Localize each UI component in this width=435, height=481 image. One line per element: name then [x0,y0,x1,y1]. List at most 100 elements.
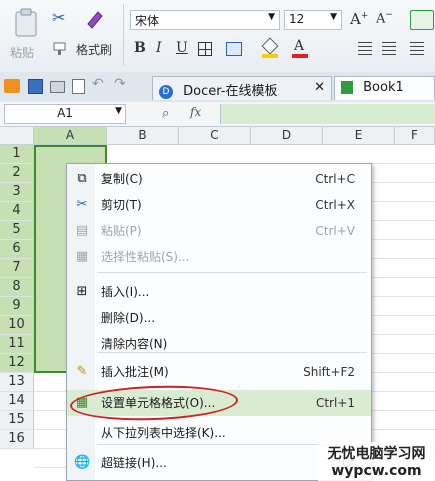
context-menu: ⧉ 复制(C) Ctrl+C ✂ 剪切(T) Ctrl+X ▤ 粘贴(P) Ctrl+V ▦ 选择性… [66,163,372,481]
menu-item-0[interactable]: ⧉ 复制(C) Ctrl+C [67,166,371,192]
menu-item-label: 插入批注(M) [101,365,169,379]
tab-docer-label: Docer-在线模板 [183,84,278,99]
menu-item-1[interactable]: ✂ 剪切(T) Ctrl+X [67,192,371,218]
column-header-f[interactable]: F [395,127,435,145]
menu-item-shortcut: Ctrl+1 [315,396,355,410]
align-left-icon[interactable] [358,42,372,56]
save-icon[interactable] [28,79,43,94]
row-header-10[interactable]: 10 [0,316,34,335]
row-header-11[interactable]: 11 [0,335,34,354]
fill-color-icon[interactable] [261,37,279,58]
app-menu-icon[interactable] [4,79,20,93]
paste-label: 粘贴 [10,46,35,60]
tab-book1[interactable]: Book1 [334,76,435,100]
menu-item-shortcut: Ctrl+X [315,198,355,212]
chevron-down-icon: ▼ [115,106,122,116]
menu-item-label: 插入(I)... [101,285,150,299]
menu-item-shortcut: Ctrl+C [315,172,355,186]
row-header-12[interactable]: 12 [0,354,34,373]
menu-item-6[interactable]: 清除内容(N) [67,331,371,357]
paste-button[interactable]: 粘贴 [8,6,48,66]
row-header-15[interactable]: 15 [0,411,34,430]
corner-select-all[interactable] [0,127,34,145]
tab-docer[interactable]: D Docer-在线模板 ✕ [152,76,332,100]
hyperlink-icon: 🌐 [74,455,91,470]
row-header-1[interactable]: 1 [0,145,34,164]
row-header-16[interactable]: 16 [0,430,34,449]
quick-access-toolbar: ↶ ↷ [4,76,144,96]
cell-style-icon[interactable] [226,42,242,56]
row-header-13[interactable]: 13 [0,373,34,392]
align-center-icon[interactable] [382,42,396,56]
scissors-icon: ✂ [52,8,66,27]
menu-item-label: 剪切(T) [101,198,142,212]
font-color-button[interactable]: A [292,38,308,58]
font-size-select[interactable]: 12 ▼ [284,10,342,30]
chevron-down-icon: ▼ [268,12,275,22]
column-header-a[interactable]: A [34,127,107,145]
column-header-c[interactable]: C [179,127,251,145]
cut-button[interactable]: ✂ [52,8,72,28]
menu-item-label: 选择性粘贴(S)... [101,250,190,264]
row-header-3[interactable]: 3 [0,183,34,202]
menu-separator [97,272,367,273]
row-header-4[interactable]: 4 [0,202,34,221]
font-name-select[interactable]: 宋体 ▼ [130,10,280,30]
print-icon[interactable] [50,81,65,93]
undo-icon[interactable]: ↶ [92,76,104,92]
formula-bar: A1 ▼ ⌕ fx [0,102,435,127]
menu-item-3: ▦ 选择性粘贴(S)... [67,244,371,270]
insert-icon: ⊞ [76,284,88,299]
name-box-value: A1 [57,106,73,120]
menu-item-label: 粘贴(P) [101,224,142,238]
italic-button[interactable]: I [156,40,162,56]
row-header-2[interactable]: 2 [0,164,34,183]
shrink-font-button[interactable]: A− [376,10,393,26]
brush-icon [53,42,66,55]
border-icon[interactable] [198,42,212,56]
font-name-value: 宋体 [135,14,160,28]
column-header-d[interactable]: D [251,127,323,145]
watermark: 无忧电脑学习网 wypcw.com [318,442,435,481]
fx-button[interactable]: fx [190,105,201,119]
document-tab-bar: ↶ ↷ D Docer-在线模板 ✕ Book1 [0,72,435,103]
column-header-b[interactable]: B [107,127,179,145]
ribbon-toolbar: 粘贴 ✂ 格式刷 宋体 ▼ 12 ▼ A+ A− B I U A [0,0,435,73]
chevron-down-icon: ▼ [330,12,337,22]
row-header-8[interactable]: 8 [0,278,34,297]
print-preview-icon[interactable] [72,79,85,94]
menu-item-4[interactable]: ⊞ 插入(I)... [67,279,371,305]
menu-item-label: 超链接(H)... [101,456,167,470]
comment-icon: ✎ [76,364,88,379]
menu-item-5[interactable]: 删除(D)... [67,305,371,331]
formula-input[interactable] [220,104,435,124]
menu-item-label: 删除(D)... [101,311,156,325]
row-header-9[interactable]: 9 [0,297,34,316]
row-header-14[interactable]: 14 [0,392,34,411]
menu-item-label: 清除内容(N) [101,337,168,351]
row-header-7[interactable]: 7 [0,259,34,278]
column-header-e[interactable]: E [323,127,395,145]
paint-icon [84,6,108,30]
docer-icon: D [159,84,173,99]
close-icon[interactable]: ✕ [314,80,325,95]
grow-font-button[interactable]: A+ [350,10,368,28]
menu-item-label: 复制(C) [101,172,143,186]
menu-item-shortcut: Ctrl+V [315,224,355,238]
menu-item-label: 从下拉列表中选择(K)... [101,426,226,440]
row-header-5[interactable]: 5 [0,221,34,240]
bold-button[interactable]: B [134,40,146,56]
redo-icon[interactable]: ↷ [114,76,126,92]
watermark-line2: wypcw.com [331,463,422,479]
row-header-6[interactable]: 6 [0,240,34,259]
wrap-text-icon[interactable] [410,10,434,30]
format-painter-label: 格式刷 [76,43,113,57]
underline-button[interactable]: U [176,40,188,56]
align-right-icon[interactable] [410,42,424,56]
separator [123,4,124,66]
font-color-glyph: A [294,38,305,54]
name-box[interactable]: A1 ▼ [4,104,126,124]
menu-item-7[interactable]: ✎ 插入批注(M) Shift+F2 [67,359,371,385]
zoom-formula-icon[interactable]: ⌕ [162,106,169,121]
format-painter-button[interactable]: 格式刷 [50,38,120,58]
